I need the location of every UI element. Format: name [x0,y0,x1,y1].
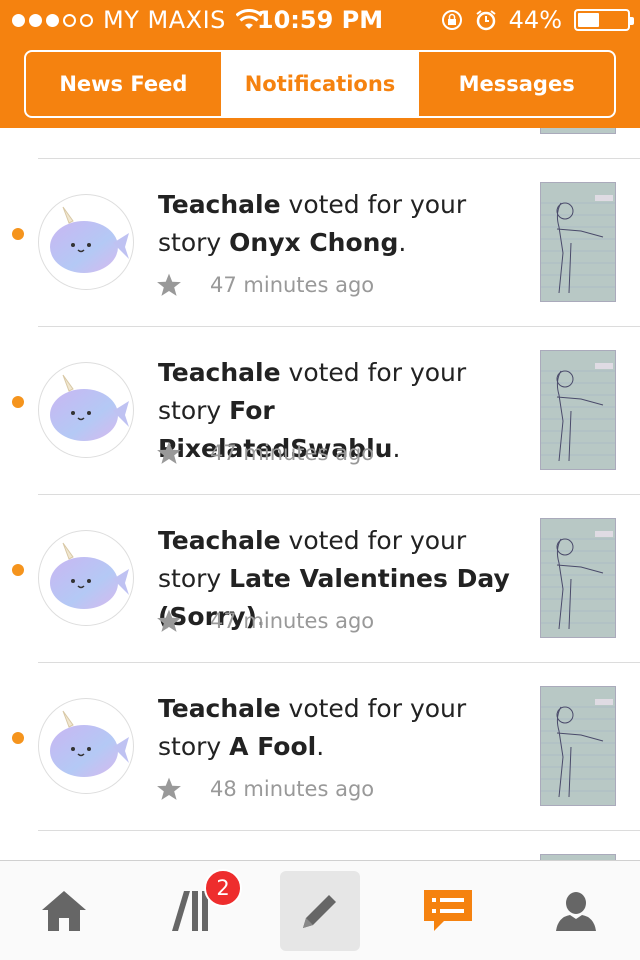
app-header: MY MAXIS 10:59 PM 44% News Feed Notifica… [0,0,640,128]
notification-meta: 47 minutes ago [156,608,374,634]
tab-write[interactable] [280,871,360,951]
star-icon [157,777,181,800]
story-cover-thumbnail[interactable] [540,518,616,638]
story-title[interactable]: A Fool [229,732,316,761]
unread-indicator [12,564,24,576]
unread-indicator [12,228,24,240]
battery-percent: 44% [508,6,562,34]
tab-news-feed[interactable]: News Feed [26,52,221,116]
story-title[interactable]: Onyx Chong [229,228,398,257]
user-name[interactable]: Teachale [158,526,281,555]
status-right: 44% [441,6,634,34]
tab-notifications[interactable]: Notifications [220,52,418,116]
story-cover-thumbnail [540,128,616,134]
avatar[interactable] [38,362,134,458]
unread-indicator [12,732,24,744]
timestamp: 47 minutes ago [210,609,375,633]
library-badge: 2 [204,869,242,907]
notifications-list: Teachale voted for your story Onyx Chong… [0,128,640,860]
avatar[interactable] [38,530,134,626]
tab-notifications-nav[interactable] [408,871,488,951]
unread-indicator [12,396,24,408]
notification-meta: 48 minutes ago [156,776,374,802]
star-icon [157,441,181,464]
story-cover-thumbnail[interactable] [540,182,616,302]
list-item[interactable]: Teachale voted for your story Late Valen… [0,494,640,662]
story-cover-thumbnail[interactable] [540,686,616,806]
story-cover-thumbnail[interactable] [540,350,616,470]
orientation-lock-icon [441,10,462,30]
alarm-icon [476,10,496,31]
profile-icon [556,892,596,931]
home-icon [42,891,86,931]
notification-text: Teachale voted for your story A Fool. [158,694,467,761]
list-item[interactable]: Teachale voted for your story Onyx Chong… [0,158,640,326]
bottom-tab-bar: 2 [0,860,640,960]
tab-messages[interactable]: Messages [417,52,614,116]
list-item-partial-top [0,128,640,158]
notification-meta: 47 minutes ago [156,440,374,466]
pencil-icon [303,895,336,928]
avatar[interactable] [38,194,134,290]
list-item-partial-bottom [0,830,640,860]
timestamp: 47 minutes ago [210,273,375,297]
list-item[interactable]: Teachale voted for your story For Pixela… [0,326,640,494]
status-bar: MY MAXIS 10:59 PM 44% [0,0,640,40]
notifications-icon [424,890,472,931]
battery-icon [574,9,634,31]
tab-profile[interactable] [536,871,616,951]
tab-home[interactable] [24,871,104,951]
segmented-tabs: News Feed Notifications Messages [24,50,616,118]
user-name[interactable]: Teachale [158,358,281,387]
avatar[interactable] [38,698,134,794]
timestamp: 47 minutes ago [210,441,375,465]
star-icon [157,273,181,296]
list-item[interactable]: Teachale voted for your story A Fool. 48… [0,662,640,830]
notification-text: Teachale voted for your story Onyx Chong… [158,190,467,257]
timestamp: 48 minutes ago [210,777,375,801]
star-icon [157,609,181,632]
user-name[interactable]: Teachale [158,190,281,219]
notification-meta: 47 minutes ago [156,272,374,298]
user-name[interactable]: Teachale [158,694,281,723]
